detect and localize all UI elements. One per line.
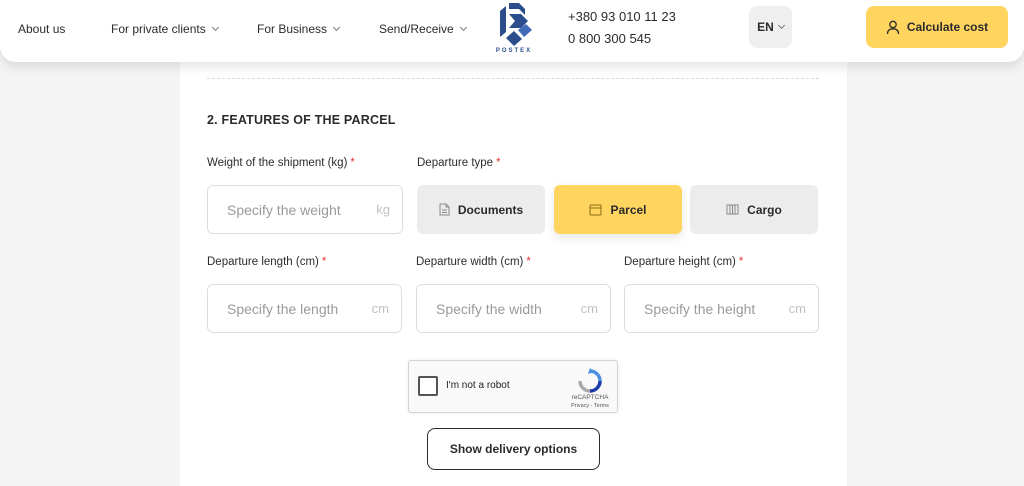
weight-placeholder: Specify the weight [227,201,341,218]
width-placeholder: Specify the width [436,300,542,317]
type-documents-button[interactable]: Documents [417,185,545,234]
type-cargo-button[interactable]: Cargo [690,185,818,234]
height-label: Departure height (cm) * [624,256,743,268]
departure-type-label-text: Departure type [417,157,494,169]
length-input[interactable]: Specify the length cm [207,284,402,333]
chevron-down-icon [211,23,219,32]
phone-hotline[interactable]: 0 800 300 545 [568,31,651,46]
departure-type-label: Departure type * [417,157,501,169]
section-title: 2. FEATURES OF THE PARCEL [207,113,396,127]
document-icon [439,203,450,216]
recaptcha-label: I'm not a robot [446,380,510,391]
height-label-text: Departure height (cm) [624,256,736,268]
nav-send-receive-label: Send/Receive [379,22,454,36]
required-mark: * [350,157,355,169]
recaptcha-privacy-terms[interactable]: Privacy - Terms [555,403,625,409]
calculate-cost-label: Calculate cost [906,20,989,34]
recaptcha-brand: reCAPTCHA [571,394,609,401]
recaptcha-widget: I'm not a robot reCAPTCHA Privacy - Term… [408,360,618,413]
chevron-down-icon [459,23,467,32]
user-icon [886,20,899,34]
width-unit: cm [580,301,598,316]
logo-mark-icon [500,3,532,46]
required-mark: * [321,256,327,268]
nav-about-us[interactable]: About us [18,22,65,36]
pallet-icon [726,204,739,215]
required-mark: * [526,256,531,268]
recaptcha-checkbox[interactable] [418,376,438,396]
recaptcha-logo-icon [578,368,602,393]
calculate-cost-button[interactable]: Calculate cost [866,6,1008,48]
box-icon [589,204,602,215]
width-input[interactable]: Specify the width cm [416,284,611,333]
postex-logo[interactable]: POSTEX [492,2,536,58]
phone-mobile[interactable]: +380 93 010 11 23 [568,9,676,24]
required-mark: * [496,157,501,169]
show-delivery-options-button[interactable]: Show delivery options [427,428,600,470]
required-mark: * [738,256,744,268]
nav-about-us-label: About us [18,22,66,36]
section-divider [207,78,819,79]
weight-input[interactable]: Specify the weight kg [207,185,403,234]
height-unit: cm [788,301,806,316]
width-label: Departure width (cm) * [416,256,531,268]
weight-unit: kg [376,202,390,217]
weight-label: Weight of the shipment (kg) * [207,157,355,169]
type-cargo-label: Cargo [747,202,782,217]
length-unit: cm [371,301,389,316]
nav-private-clients-label: For private clients [111,22,206,36]
width-label-text: Departure width (cm) [416,256,524,268]
type-parcel-button[interactable]: Parcel [554,185,682,234]
weight-label-text: Weight of the shipment (kg) [207,157,348,169]
nav-business-label: For Business [257,22,328,36]
chevron-down-icon [332,23,341,32]
type-parcel-label: Parcel [610,202,647,217]
nav-business[interactable]: For Business [257,22,341,36]
site-header: About us For private clients For Busines… [0,0,1024,62]
language-selector[interactable]: EN [749,6,792,48]
height-placeholder: Specify the height [644,300,756,317]
language-code: EN [757,20,774,34]
logo-text: POSTEX [495,48,533,54]
height-input[interactable]: Specify the height cm [624,284,819,333]
nav-private-clients[interactable]: For private clients [111,22,219,36]
type-documents-label: Documents [457,202,524,217]
length-label-text: Departure length (cm) [207,256,319,268]
length-placeholder: Specify the length [227,300,339,317]
nav-send-receive[interactable]: Send/Receive [379,22,467,36]
length-label: Departure length (cm) * [207,256,326,268]
show-delivery-options-label: Show delivery options [449,442,578,456]
chevron-down-icon [777,21,785,30]
